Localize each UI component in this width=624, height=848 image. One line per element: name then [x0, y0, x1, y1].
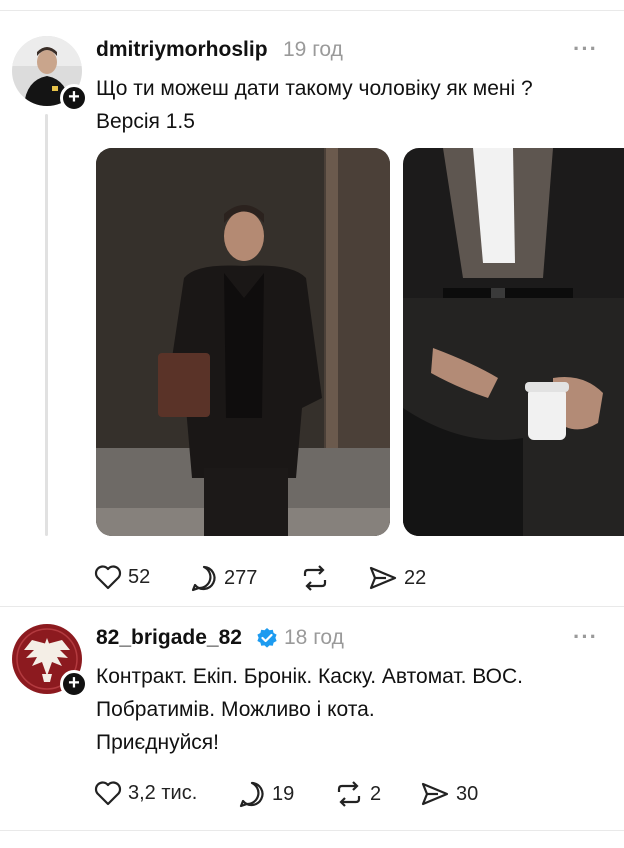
like-count: 3,2 тис. [128, 781, 198, 804]
heart-icon [94, 565, 122, 590]
like-count: 52 [128, 565, 151, 588]
send-icon [369, 566, 397, 590]
heart-icon [94, 781, 122, 806]
more-options-icon[interactable]: ··· [573, 36, 598, 62]
share-button[interactable]: 30 [420, 780, 478, 808]
post-text-line: Побратимів. Можливо і кота. [96, 698, 375, 721]
send-icon [421, 782, 449, 806]
post-text-line: Приєднуйся! [96, 731, 220, 754]
post-text-line: Контракт. Екіп. Бронік. Каску. Автомат. … [96, 665, 523, 688]
repost-count: 2 [370, 782, 382, 805]
comment-button[interactable]: 19 [238, 780, 294, 808]
verified-badge-icon [257, 628, 277, 648]
post-photo-2[interactable] [403, 148, 624, 536]
repost-button[interactable] [300, 564, 336, 592]
post-divider [0, 606, 624, 607]
thread-line [45, 114, 48, 536]
share-count: 30 [456, 782, 479, 805]
comment-button[interactable]: 277 [190, 564, 257, 592]
follow-plus-icon[interactable]: + [60, 84, 88, 112]
post-text-line: Версія 1.5 [96, 110, 195, 133]
like-button[interactable]: 3,2 тис. [94, 780, 197, 806]
bottom-divider [0, 830, 624, 831]
username[interactable]: dmitriymorhoslip [96, 38, 268, 62]
comment-count: 19 [272, 782, 295, 805]
comment-count: 277 [224, 566, 258, 589]
comment-icon [191, 565, 216, 592]
repost-button[interactable]: 2 [334, 780, 381, 808]
post-text: Що ти можеш дати такому чоловіку як мені… [96, 72, 533, 138]
post-time: 18 год [284, 626, 344, 649]
comment-icon [239, 781, 264, 808]
top-divider [0, 10, 624, 11]
username[interactable]: 82_brigade_82 [96, 626, 242, 650]
post-text-line: Що ти можеш дати такому чоловіку як мені… [96, 77, 533, 100]
follow-plus-icon[interactable]: + [60, 670, 88, 698]
repost-icon [337, 781, 361, 807]
share-count: 22 [404, 566, 427, 589]
post-photo-1[interactable] [96, 148, 390, 536]
post-time: 19 год [283, 38, 343, 61]
share-button[interactable]: 22 [368, 564, 426, 592]
repost-icon [303, 565, 327, 591]
like-button[interactable]: 52 [94, 564, 150, 590]
post-text: Контракт. Екіп. Бронік. Каску. Автомат. … [96, 660, 523, 759]
more-options-icon[interactable]: ··· [573, 624, 598, 650]
